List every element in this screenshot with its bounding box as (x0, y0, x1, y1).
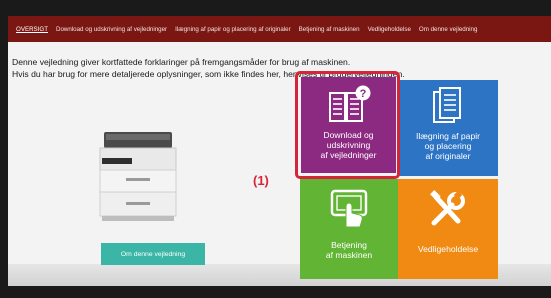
operation-tile-label: Betjening af maskinen (302, 240, 396, 260)
nav-tab-3[interactable]: Betjening af maskinen (295, 16, 364, 42)
operation-label-line-2: af maskinen (325, 250, 373, 260)
paper-label-line-2: og placering (424, 141, 472, 151)
intro-line-1: Denne vejledning giver kortfattede forkl… (12, 57, 351, 67)
tools-icon (430, 190, 465, 226)
nav-tab-2[interactable]: Ilægning af papir og placering af origin… (171, 16, 295, 42)
printer-image (99, 132, 177, 221)
operate-machine-tile[interactable]: Betjening af maskinen (300, 179, 398, 279)
maintenance-label-line-1: Vedligeholdelse (417, 244, 479, 254)
touch-panel-icon (330, 189, 368, 228)
maintenance-tile-label: Vedligeholdelse (400, 244, 496, 254)
overview-screen: Denne vejledning giver kortfattede forkl… (8, 42, 551, 286)
about-guide-button[interactable]: Om denne vejledning (101, 243, 205, 265)
load-paper-tile[interactable]: Ilægning af papir og placering af origin… (398, 80, 498, 176)
navigation-bar: OVERSIGT Download og udskrivning af vejle… (8, 16, 551, 42)
nav-tab-5[interactable]: Om denne vejledning (415, 16, 481, 42)
nav-tab-0[interactable]: OVERSIGT (8, 16, 52, 42)
documents-icon (433, 87, 461, 123)
operation-label-line-1: Betjening (331, 240, 367, 250)
nav-tab-4[interactable]: Vedligeholdelse (364, 16, 415, 42)
nav-tab-1[interactable]: Download og udskrivning af vejledninger (52, 16, 171, 42)
manual-window: OVERSIGT Download og udskrivning af vejle… (0, 0, 551, 298)
maintenance-tile[interactable]: Vedligeholdelse (398, 179, 498, 279)
highlight-frame (295, 71, 400, 179)
callout-label: (1) (252, 173, 270, 188)
paper-label-line-1: Ilægning af papir (415, 131, 481, 141)
paper-tile-label: Ilægning af papir og placering af origin… (400, 131, 496, 161)
paper-label-line-3: af originaler (425, 151, 471, 161)
